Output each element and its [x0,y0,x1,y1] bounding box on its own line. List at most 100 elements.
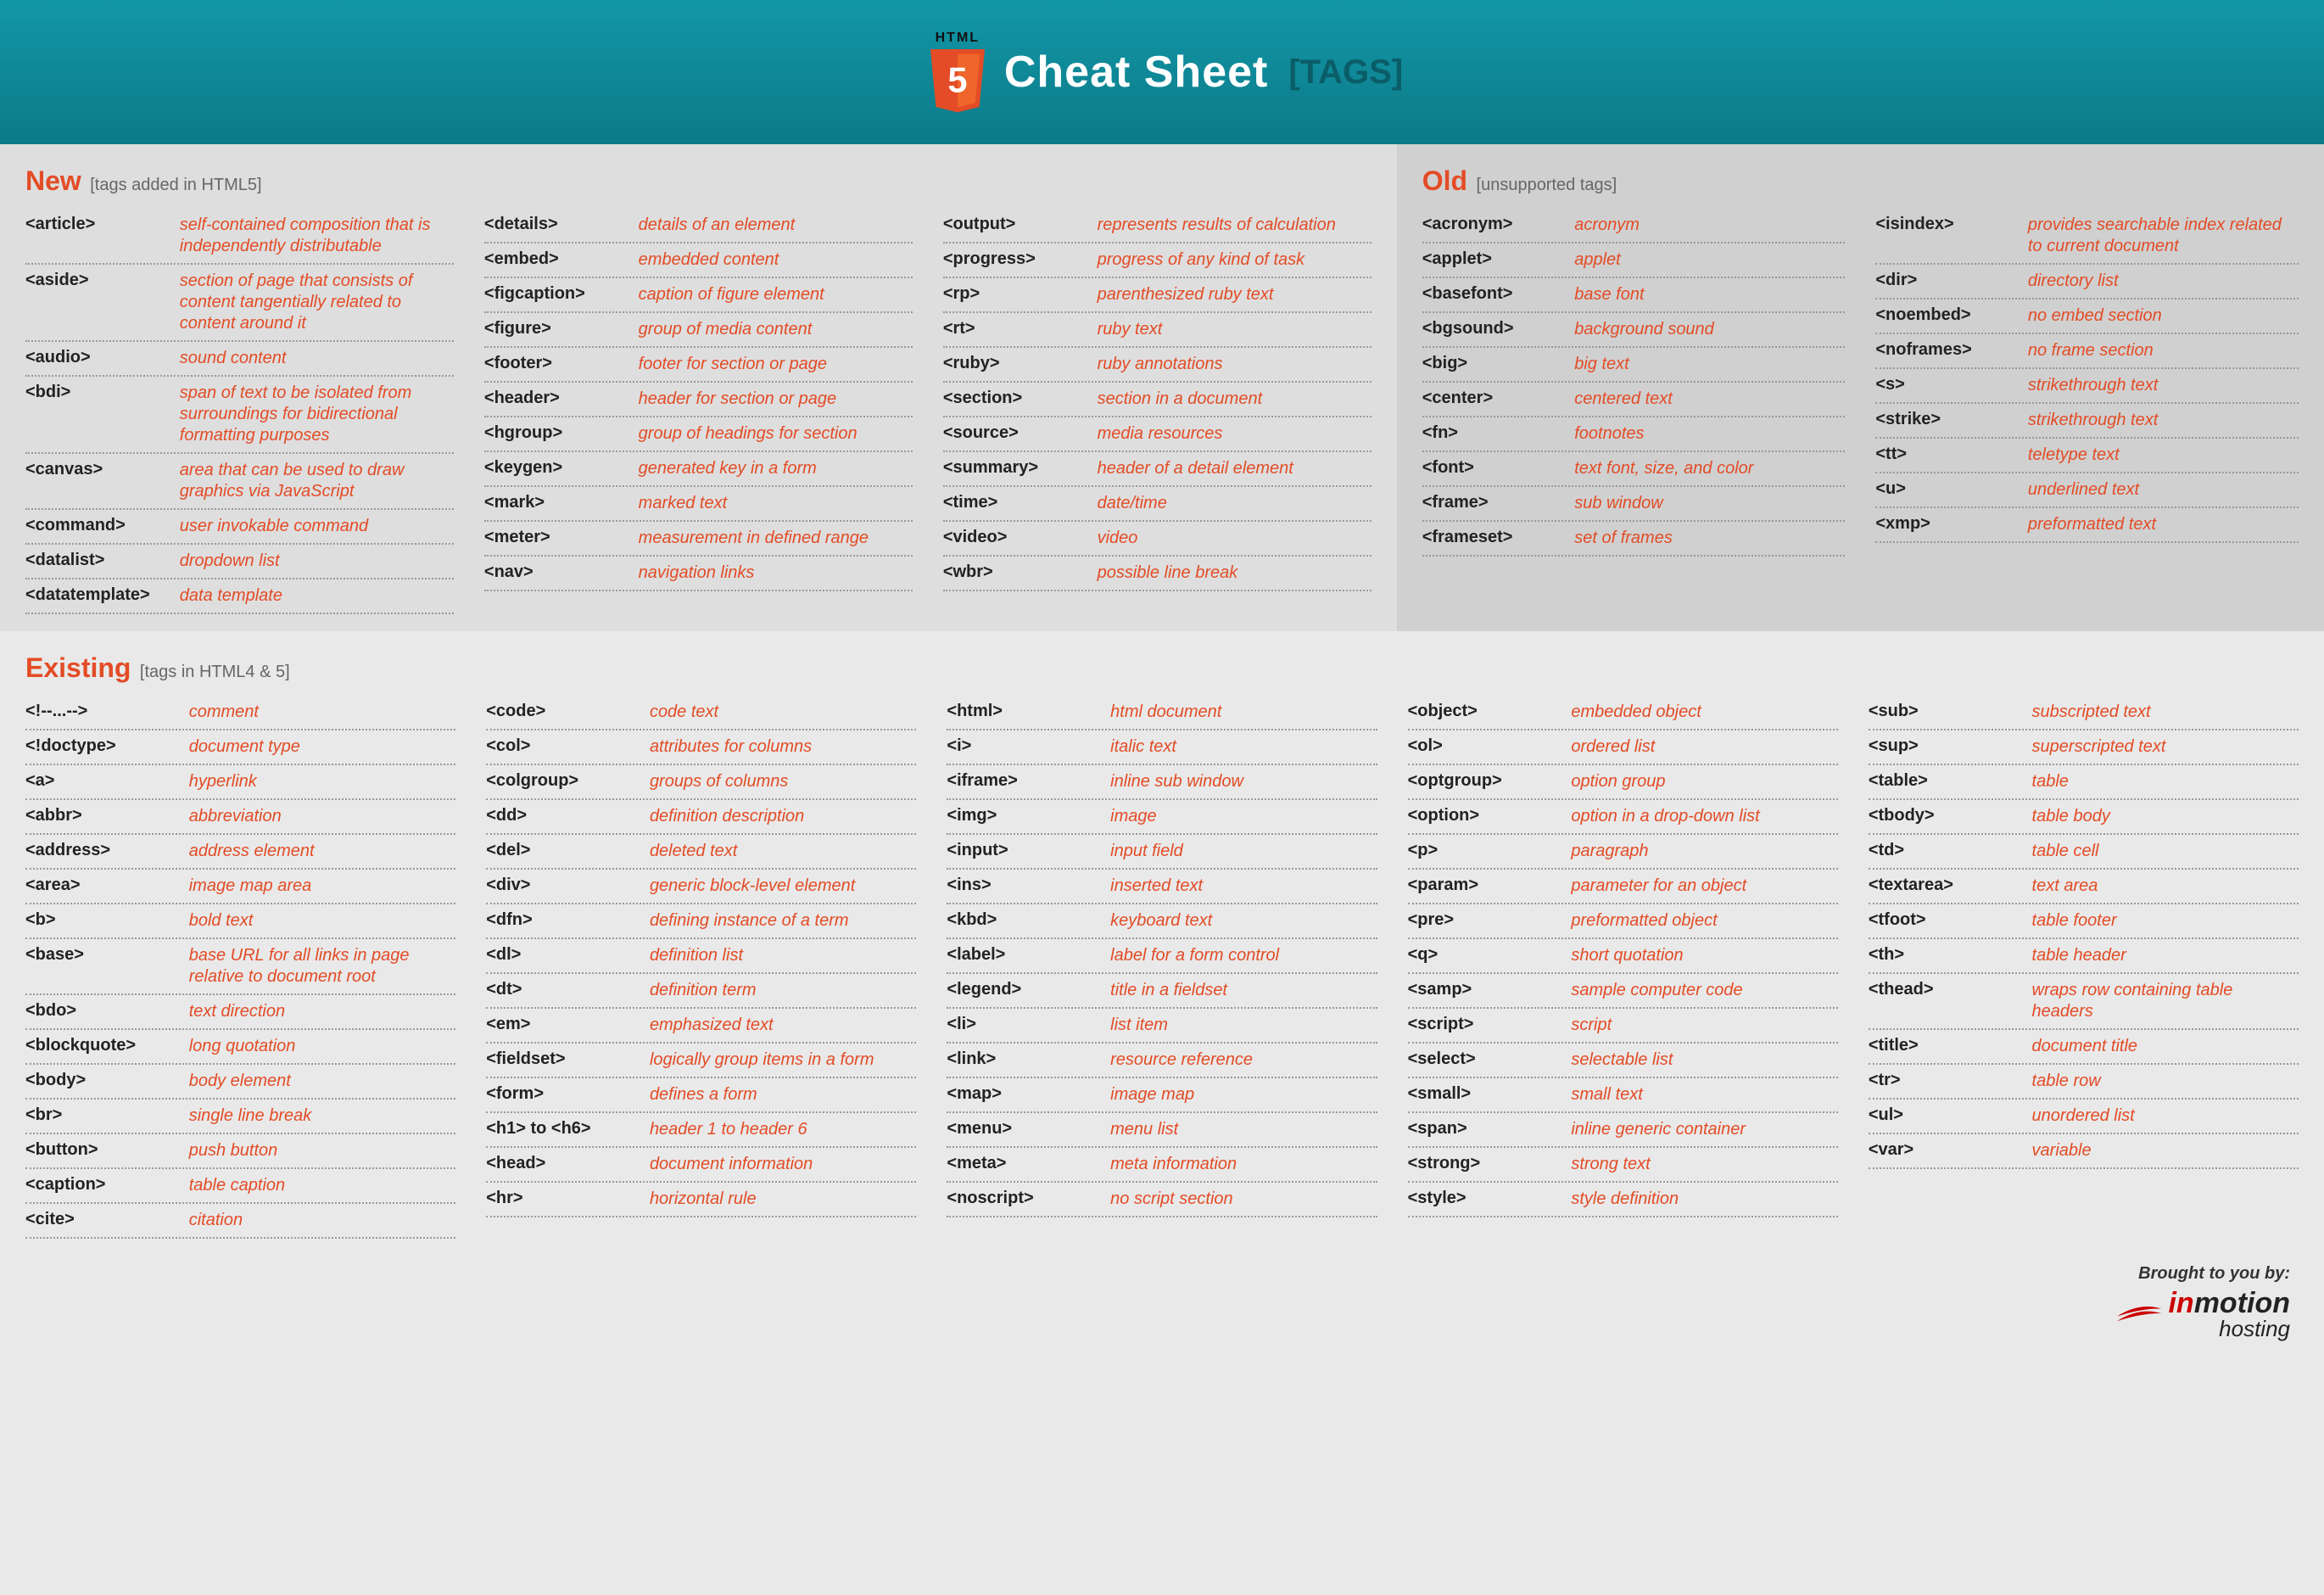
tag-name: <wbr> [943,562,1098,582]
tag-name: <select> [1408,1049,1572,1069]
tag-row: <xmp>preformatted text [1875,508,2299,543]
tag-desc: user invokable command [180,516,454,537]
tag-name: <form> [486,1084,650,1104]
section-existing-sub: [tags in HTML4 & 5] [140,663,290,681]
tag-row: <textarea>text area [1869,870,2299,904]
tag-row: <dt>definition term [486,974,916,1009]
tag-row: <aside>section of page that consists of … [25,265,454,342]
tag-desc: definition list [650,945,916,966]
logo-block: HTML 5 Cheat Sheet [TAGS] [921,31,1403,114]
tag-desc: section of page that consists of content… [180,271,454,334]
tag-name: <code> [486,702,650,721]
tag-desc: area that can be used to draw graphics v… [180,460,454,502]
tag-name: <bgsound> [1422,319,1575,339]
tag-desc: definition description [650,806,916,827]
tag-row: <command>user invokable command [25,510,454,545]
tag-name: <meta> [947,1154,1110,1173]
section-old-title: Old [1422,165,1467,196]
tag-desc: dropdown list [180,551,454,572]
tag-row: <embed>embedded content [484,243,913,278]
tag-name: <summary> [943,458,1098,478]
tag-desc: italic text [1110,736,1377,758]
tag-desc: set of frames [1574,528,1845,549]
tag-row: <hr>horizontal rule [486,1183,916,1217]
tag-desc: groups of columns [650,771,916,792]
tag-row: <frame>sub window [1422,487,1846,522]
tag-row: <basefont>base font [1422,278,1846,313]
tag-desc: section in a document [1098,389,1371,410]
tag-name: <!--...--> [25,702,189,721]
section-old-cols: <acronym>acronym<applet>applet<basefont>… [1422,209,2299,557]
tag-desc: deleted text [650,841,916,862]
tag-desc: image map area [189,876,455,897]
tag-name: <ruby> [943,354,1098,373]
tag-name: <datalist> [25,551,180,570]
tag-column: <code>code text<col>attributes for colum… [486,696,916,1239]
tag-desc: parameter for an object [1571,876,1837,897]
tag-name: <q> [1408,945,1572,965]
tag-row: <img>image [947,800,1377,835]
tag-name: <label> [947,945,1110,965]
tag-desc: represents results of calculation [1098,215,1371,236]
tag-desc: preformatted text [2028,514,2299,535]
tag-name: <object> [1408,702,1572,721]
tag-name: <noscript> [947,1189,1110,1208]
tag-desc: sound content [180,348,454,369]
tag-desc: keyboard text [1110,910,1377,932]
page-title-bracket: [TAGS] [1288,53,1403,92]
tag-row: <dfn>defining instance of a term [486,904,916,939]
tag-name: <hgroup> [484,423,639,443]
tag-desc: teletype text [2028,445,2299,466]
tag-row: <h1> to <h6>header 1 to header 6 [486,1113,916,1148]
tag-name: <embed> [484,249,639,269]
tag-name: <acronym> [1422,215,1575,234]
tag-desc: self-contained composition that is indep… [180,215,454,257]
tag-row: <frameset>set of frames [1422,522,1846,557]
tag-name: <p> [1408,841,1572,860]
tag-desc: data template [180,585,454,607]
tag-name: <iframe> [947,771,1110,791]
tag-row: <bdo>text direction [25,995,455,1030]
section-new-cols: <article>self-contained composition that… [25,209,1371,614]
tag-name: <h1> to <h6> [486,1119,650,1139]
section-old: Old [unsupported tags] <acronym>acronym<… [1397,144,2324,631]
tag-desc: script [1571,1015,1837,1036]
tag-row: <a>hyperlink [25,765,455,800]
tag-desc: possible line break [1098,562,1371,584]
tag-row: <button>push button [25,1134,455,1169]
tag-desc: directory list [2028,271,2299,292]
tag-name: <footer> [484,354,639,373]
tag-desc: variable [2032,1140,2299,1161]
tag-name: <noembed> [1875,305,2028,325]
tag-desc: acronym [1574,215,1845,236]
tag-desc: paragraph [1571,841,1837,862]
brand-swoosh-icon [2115,1301,2163,1324]
tag-column: <!--...-->comment<!doctype>document type… [25,696,455,1239]
tag-desc: underlined text [2028,479,2299,501]
tag-row: <table>table [1869,765,2299,800]
tag-row: <audio>sound content [25,342,454,377]
tag-row: <summary>header of a detail element [943,452,1371,487]
tag-desc: superscripted text [2032,736,2299,758]
tag-row: <kbd>keyboard text [947,904,1377,939]
tag-desc: video [1098,528,1371,549]
tag-name: <dt> [486,980,650,999]
tag-name: <nav> [484,562,639,582]
tag-desc: embedded content [639,249,913,271]
tag-row: <base>base URL for all links in page rel… [25,939,455,995]
tag-name: <center> [1422,389,1575,408]
tag-desc: code text [650,702,916,723]
tag-row: <strike>strikethrough text [1875,404,2299,439]
tag-name: <col> [486,736,650,756]
tag-desc: label for a form control [1110,945,1377,966]
tag-name: <frame> [1422,493,1575,512]
tag-name: <colgroup> [486,771,650,791]
tag-desc: text direction [189,1001,455,1022]
tag-name: <tfoot> [1869,910,2032,930]
tag-desc: ruby text [1098,319,1371,340]
tag-name: <sup> [1869,736,2032,756]
tag-name: <bdo> [25,1001,189,1021]
tag-row: <sup>superscripted text [1869,730,2299,765]
section-existing-cols: <!--...-->comment<!doctype>document type… [25,696,2299,1239]
tag-row: <dd>definition description [486,800,916,835]
